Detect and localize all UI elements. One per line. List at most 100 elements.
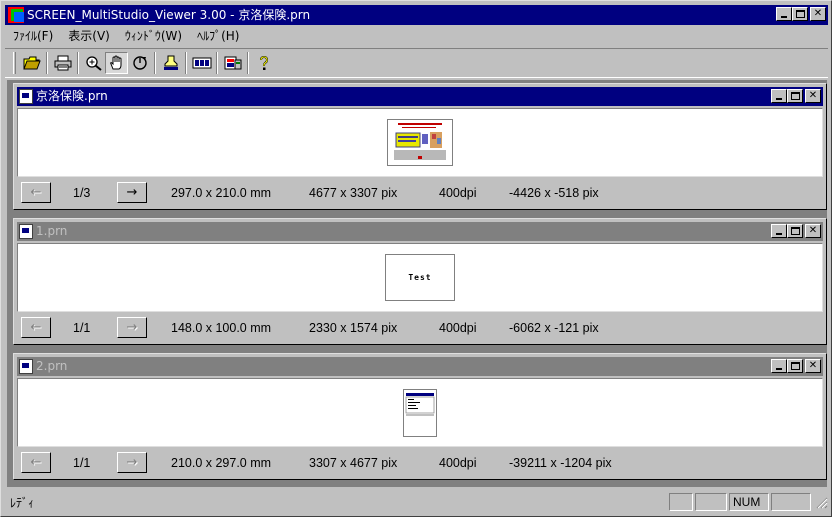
maximize-button[interactable]: [787, 359, 803, 373]
window-title: SCREEN_MultiStudio_Viewer 3.00 - 京洛保険.pr…: [27, 8, 311, 22]
title-bar[interactable]: SCREEN_MultiStudio_Viewer 3.00 - 京洛保険.pr…: [5, 5, 828, 25]
rotate-icon: [132, 56, 147, 70]
menu-file[interactable]: ﾌｧｲﾙ(F): [5, 27, 60, 45]
close-icon: ✕: [808, 90, 818, 101]
toolbar: [5, 48, 828, 78]
toolbar-separator: [247, 52, 249, 74]
app-window: SCREEN_MultiStudio_Viewer 3.00 - 京洛保険.pr…: [0, 0, 832, 517]
document-status-bar: ← 1/3 → 297.0 x 210.0 mm 4677 x 3307 pix…: [17, 179, 823, 206]
preview-canvas[interactable]: [17, 378, 823, 447]
preview-canvas[interactable]: Test: [17, 243, 823, 312]
page-thumbnail[interactable]: [403, 388, 437, 437]
page-indicator: 1/1: [73, 455, 91, 470]
resolution-dpi: 400dpi: [439, 320, 477, 335]
page-size-mm: 297.0 x 210.0 mm: [171, 185, 272, 200]
arrow-left-icon: ←: [30, 185, 42, 200]
cursor-offset: -6062 x -121 pix: [509, 320, 599, 335]
page-size-pixels: 4677 x 3307 pix: [309, 185, 398, 200]
next-page-button[interactable]: →: [117, 452, 147, 473]
pages-icon: [192, 57, 211, 69]
document-status-bar: ← 1/1 → 148.0 x 100.0 mm 2330 x 1574 pix…: [17, 314, 823, 341]
close-button[interactable]: ✕: [805, 89, 821, 103]
document-icon: [19, 89, 33, 104]
next-page-button[interactable]: →: [117, 182, 147, 203]
page-indicator: 1/1: [73, 320, 91, 335]
toolbar-separator: [216, 52, 218, 74]
help-button[interactable]: [252, 52, 275, 74]
document-title-bar[interactable]: 京洛保険.prn ✕: [17, 87, 823, 106]
open-folder-icon: [22, 56, 41, 70]
thumbnail-image: [388, 120, 452, 165]
hand-pan-icon: [109, 55, 121, 70]
close-button[interactable]: ✕: [810, 7, 826, 21]
resize-grip-icon[interactable]: [814, 495, 828, 509]
minimize-button[interactable]: [771, 89, 787, 103]
arrow-left-icon: ←: [30, 455, 42, 470]
close-icon: ✕: [813, 8, 823, 19]
document-window[interactable]: 1.prn ✕ Test ← 1/1 → 148.0 x 100.0 mm 23…: [13, 218, 827, 345]
pages-button[interactable]: [190, 52, 213, 74]
settings-icon: [224, 56, 241, 70]
close-button[interactable]: ✕: [805, 224, 821, 238]
preview-canvas[interactable]: [17, 108, 823, 177]
open-button[interactable]: [20, 52, 43, 74]
status-panel-kana: [695, 493, 727, 511]
toolbar-separator: [46, 52, 48, 74]
menu-bar: ﾌｧｲﾙ(F) 表示(V) ｳｨﾝﾄﾞｳ(W) ﾍﾙﾌﾟ(H): [5, 26, 828, 46]
zoom-button[interactable]: [82, 52, 105, 74]
document-title-bar[interactable]: 2.prn ✕: [17, 357, 823, 376]
maximize-icon: [796, 10, 805, 18]
document-name: 2.prn: [36, 359, 68, 373]
stamp-button[interactable]: [159, 52, 182, 74]
page-thumbnail[interactable]: Test: [385, 254, 455, 301]
page-indicator: 1/3: [73, 185, 91, 200]
status-panel-scroll: [771, 493, 811, 511]
resolution-dpi: 400dpi: [439, 455, 477, 470]
document-title-bar[interactable]: 1.prn ✕: [17, 222, 823, 241]
arrow-right-icon: →: [126, 320, 138, 335]
app-logo-icon[interactable]: [8, 7, 24, 23]
toolbar-grip[interactable]: [13, 52, 16, 74]
next-page-button[interactable]: →: [117, 317, 147, 338]
page-size-mm: 148.0 x 100.0 mm: [171, 320, 272, 335]
prev-page-button[interactable]: ←: [21, 317, 51, 338]
hand-pan-button[interactable]: [105, 52, 128, 74]
maximize-icon: [791, 362, 800, 370]
minimize-button[interactable]: [771, 359, 787, 373]
mdi-workspace: 京洛保険.prn ✕ ← 1/3 → 297.0 x 210.0 mm 4677…: [7, 80, 827, 487]
document-icon: [19, 359, 33, 374]
document-window[interactable]: 京洛保険.prn ✕ ← 1/3 → 297.0 x 210.0 mm 4677…: [13, 83, 827, 210]
print-button[interactable]: [51, 52, 74, 74]
close-icon: ✕: [808, 225, 818, 236]
maximize-button[interactable]: [787, 89, 803, 103]
status-panel-caps: [669, 493, 693, 511]
rotate-button[interactable]: [128, 52, 151, 74]
menu-view[interactable]: 表示(V): [60, 27, 117, 45]
close-icon: ✕: [808, 360, 818, 371]
page-thumbnail[interactable]: [387, 119, 453, 166]
minimize-button[interactable]: [771, 224, 787, 238]
arrow-left-icon: ←: [30, 320, 42, 335]
page-size-mm: 210.0 x 297.0 mm: [171, 455, 272, 470]
thumbnail-image: [404, 389, 436, 436]
document-name: 京洛保険.prn: [36, 89, 108, 103]
print-icon: [54, 55, 71, 71]
menu-help[interactable]: ﾍﾙﾌﾟ(H): [189, 27, 246, 45]
num-lock-indicator: NUM: [729, 493, 769, 511]
toolbar-separator: [154, 52, 156, 74]
page-size-pixels: 3307 x 4677 pix: [309, 455, 398, 470]
maximize-icon: [791, 92, 800, 100]
help-icon: [259, 55, 268, 70]
minimize-icon: [776, 368, 782, 370]
prev-page-button[interactable]: ←: [21, 452, 51, 473]
document-window[interactable]: 2.prn ✕ ← 1/1 → 210.0 x 297.0 mm 3307 x …: [13, 353, 827, 480]
menu-window[interactable]: ｳｨﾝﾄﾞｳ(W): [117, 27, 189, 45]
maximize-button[interactable]: [792, 7, 808, 21]
cursor-offset: -4426 x -518 pix: [509, 185, 599, 200]
prev-page-button[interactable]: ←: [21, 182, 51, 203]
minimize-button[interactable]: [776, 7, 792, 21]
close-button[interactable]: ✕: [805, 359, 821, 373]
maximize-button[interactable]: [787, 224, 803, 238]
minimize-icon: [781, 16, 787, 18]
settings-button[interactable]: [221, 52, 244, 74]
